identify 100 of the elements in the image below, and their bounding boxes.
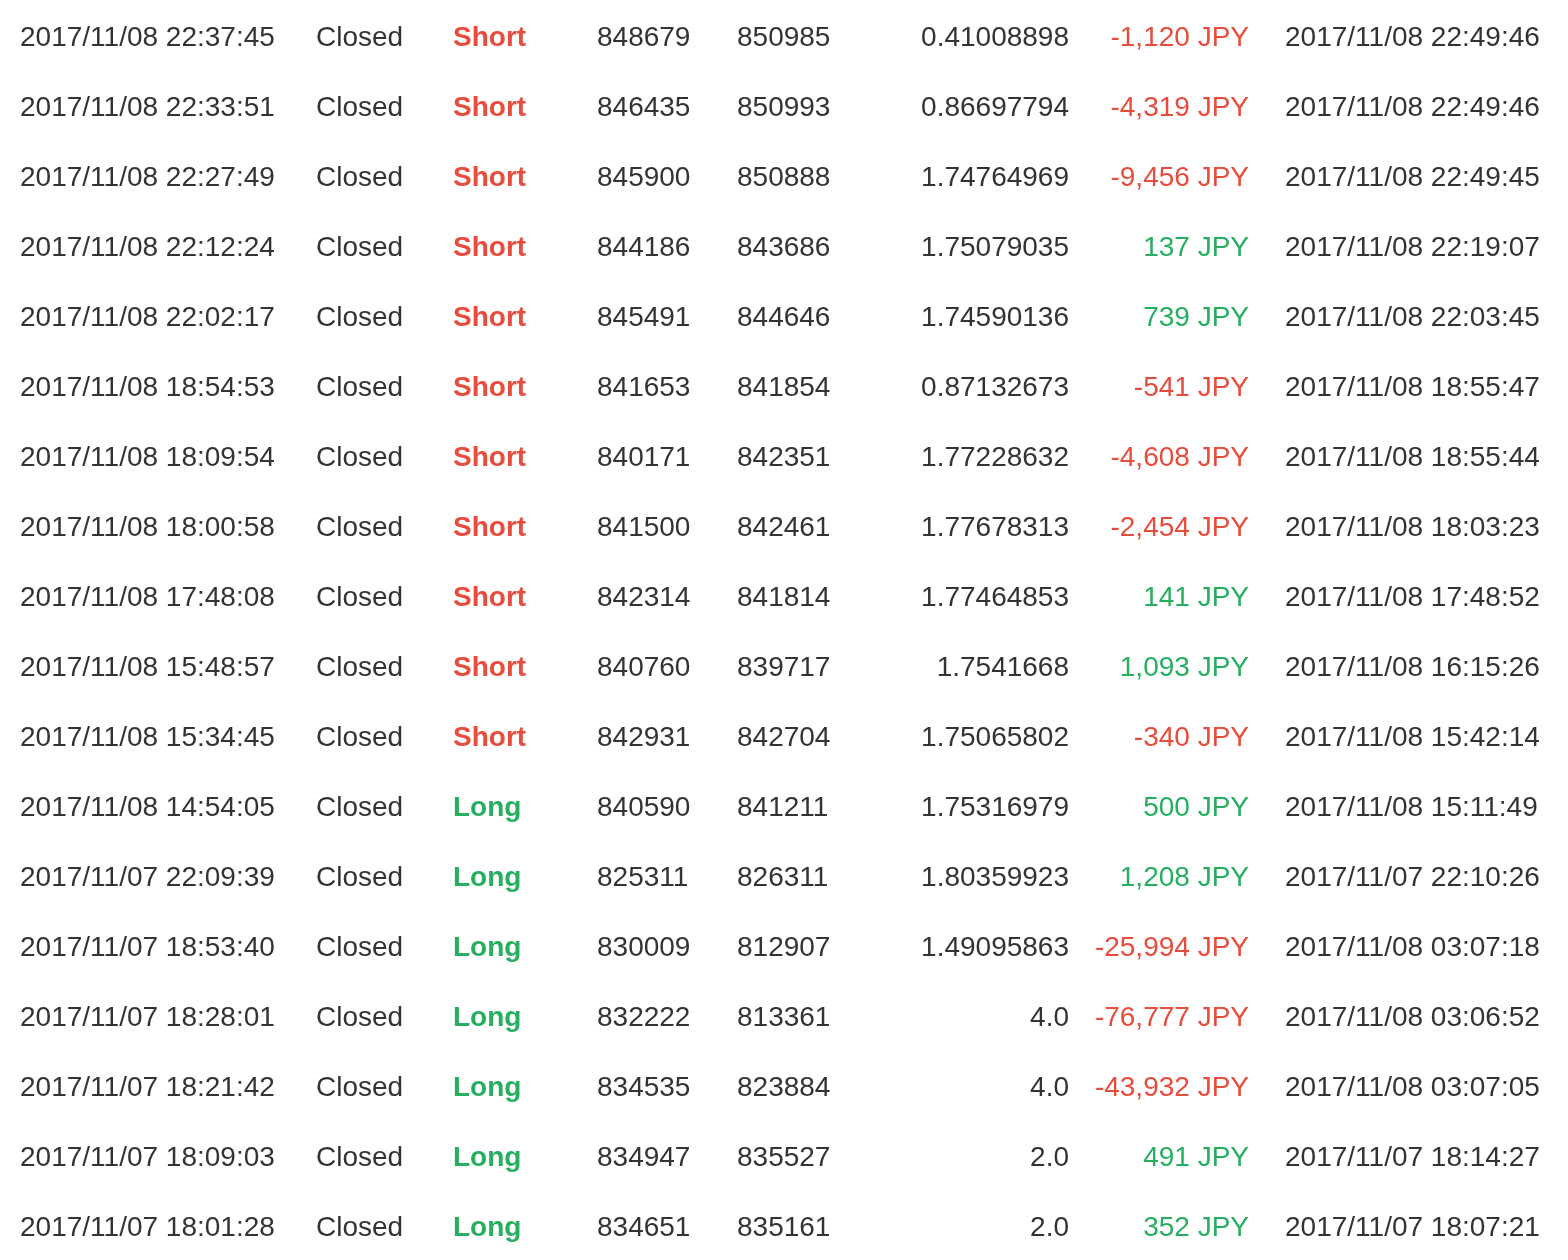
open-time: 2017/11/07 18:28:01 <box>20 1000 275 1034</box>
open-time: 2017/11/07 18:01:28 <box>20 1210 275 1244</box>
open-time: 2017/11/08 15:34:45 <box>20 720 275 754</box>
status: Closed <box>316 1070 404 1104</box>
close-time: 2017/11/08 18:55:44 <box>1285 440 1540 474</box>
profit: 1,093 JPY <box>1119 650 1249 684</box>
entry-price: 825311 <box>597 860 689 894</box>
exit-price: 842704 <box>737 720 831 754</box>
amount: 0.86697794 <box>921 90 1069 124</box>
profit: -1,120 JPY <box>1110 20 1249 54</box>
open-time: 2017/11/08 22:33:51 <box>20 90 275 124</box>
amount: 1.7541668 <box>936 650 1069 684</box>
open-time: 2017/11/08 22:37:45 <box>20 20 275 54</box>
profit: -76,777 JPY <box>1094 1000 1249 1034</box>
status: Closed <box>316 370 404 404</box>
trade-side: Long <box>453 1210 522 1244</box>
profit: -9,456 JPY <box>1110 160 1249 194</box>
exit-price: 841814 <box>737 580 831 614</box>
status: Closed <box>316 930 404 964</box>
status: Closed <box>316 720 404 754</box>
status: Closed <box>316 580 404 614</box>
exit-price: 850985 <box>737 20 831 54</box>
amount: 1.75065802 <box>921 720 1069 754</box>
close-time: 2017/11/08 03:06:52 <box>1285 1000 1540 1034</box>
trade-side: Long <box>453 790 522 824</box>
profit: 1,208 JPY <box>1119 860 1249 894</box>
amount: 1.74590136 <box>921 300 1069 334</box>
close-time: 2017/11/08 03:07:18 <box>1285 930 1540 964</box>
close-time: 2017/11/08 18:55:47 <box>1285 370 1540 404</box>
status: Closed <box>316 1140 404 1174</box>
entry-price: 834651 <box>597 1210 691 1244</box>
exit-price: 844646 <box>737 300 831 334</box>
profit: 500 JPY <box>1143 790 1249 824</box>
close-time: 2017/11/08 17:48:52 <box>1285 580 1540 614</box>
close-time: 2017/11/07 18:07:21 <box>1285 1210 1540 1244</box>
profit: -4,319 JPY <box>1110 90 1249 124</box>
amount: 0.41008898 <box>921 20 1069 54</box>
trade-side: Short <box>453 440 527 474</box>
exit-price: 835527 <box>737 1140 831 1174</box>
trade-side: Short <box>453 510 527 544</box>
close-time: 2017/11/08 03:07:05 <box>1285 1070 1540 1104</box>
trade-side: Long <box>453 1140 522 1174</box>
profit: 141 JPY <box>1143 580 1249 614</box>
exit-price: 841854 <box>737 370 831 404</box>
entry-price: 848679 <box>597 20 691 54</box>
open-time: 2017/11/08 22:27:49 <box>20 160 275 194</box>
status: Closed <box>316 90 404 124</box>
close-time: 2017/11/08 22:03:45 <box>1285 300 1540 334</box>
close-time: 2017/11/08 22:49:46 <box>1285 90 1540 124</box>
exit-price: 850888 <box>737 160 831 194</box>
open-time: 2017/11/08 14:54:05 <box>20 790 275 824</box>
entry-price: 845491 <box>597 300 691 334</box>
entry-price: 841500 <box>597 510 691 544</box>
amount: 1.77228632 <box>921 440 1069 474</box>
exit-price: 839717 <box>737 650 831 684</box>
status: Closed <box>316 440 404 474</box>
exit-price: 823884 <box>737 1070 831 1104</box>
open-time: 2017/11/07 22:09:39 <box>20 860 275 894</box>
trade-side: Short <box>453 300 527 334</box>
exit-price: 812907 <box>737 930 831 964</box>
entry-price: 845900 <box>597 160 691 194</box>
profit: -340 JPY <box>1133 720 1249 754</box>
trade-side: Short <box>453 720 527 754</box>
trade-side: Short <box>453 20 527 54</box>
profit: -25,994 JPY <box>1094 930 1249 964</box>
open-time: 2017/11/08 18:54:53 <box>20 370 275 404</box>
amount: 1.49095863 <box>921 930 1069 964</box>
trade-side: Short <box>453 160 527 194</box>
amount: 1.77678313 <box>921 510 1069 544</box>
close-time: 2017/11/08 18:03:23 <box>1285 510 1540 544</box>
entry-price: 840171 <box>597 440 691 474</box>
status: Closed <box>316 510 404 544</box>
exit-price: 843686 <box>737 230 831 264</box>
status: Closed <box>316 860 404 894</box>
entry-price: 832222 <box>597 1000 691 1034</box>
exit-price: 826311 <box>737 860 829 894</box>
profit: -541 JPY <box>1133 370 1249 404</box>
trade-side: Short <box>453 230 527 264</box>
profit: 352 JPY <box>1143 1210 1249 1244</box>
trade-side: Short <box>453 370 527 404</box>
exit-price: 841211 <box>737 790 829 824</box>
entry-price: 842931 <box>597 720 691 754</box>
open-time: 2017/11/08 22:12:24 <box>20 230 275 264</box>
entry-price: 842314 <box>597 580 691 614</box>
exit-price: 850993 <box>737 90 831 124</box>
close-time: 2017/11/08 16:15:26 <box>1285 650 1540 684</box>
amount: 1.77464853 <box>921 580 1069 614</box>
open-time: 2017/11/08 18:00:58 <box>20 510 275 544</box>
open-time: 2017/11/07 18:21:42 <box>20 1070 275 1104</box>
exit-price: 842461 <box>737 510 831 544</box>
trade-side: Short <box>453 650 527 684</box>
close-time: 2017/11/07 18:14:27 <box>1285 1140 1540 1174</box>
entry-price: 830009 <box>597 930 691 964</box>
entry-price: 841653 <box>597 370 691 404</box>
trade-side: Long <box>453 930 522 964</box>
status: Closed <box>316 1000 404 1034</box>
profit: 491 JPY <box>1143 1140 1249 1174</box>
amount: 0.87132673 <box>921 370 1069 404</box>
amount: 2.0 <box>1030 1210 1069 1244</box>
exit-price: 813361 <box>737 1000 831 1034</box>
